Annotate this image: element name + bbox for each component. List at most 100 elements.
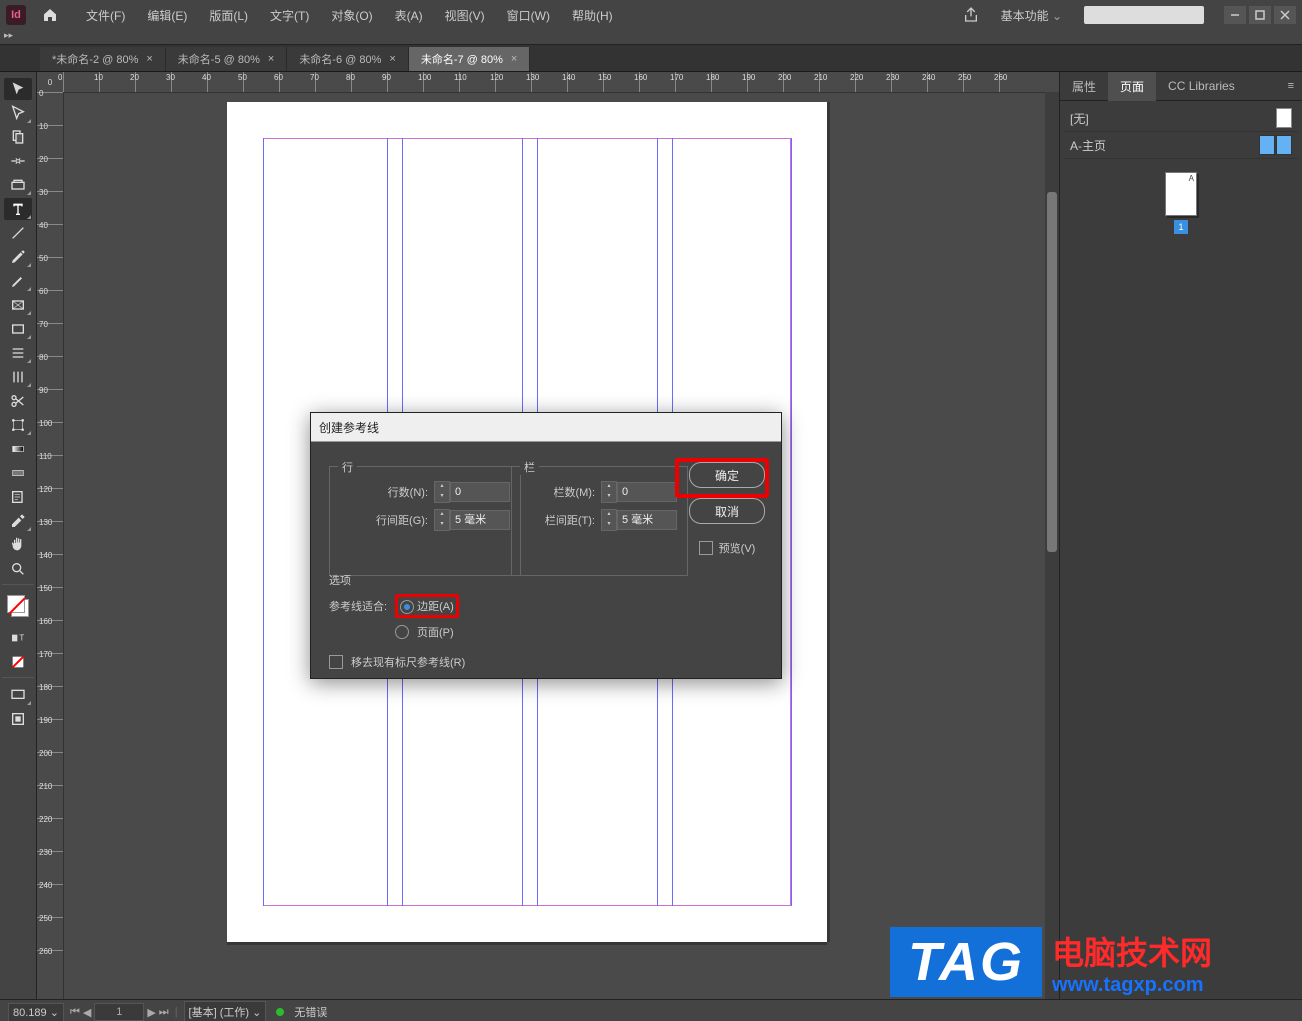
rectangle-tool[interactable] (4, 318, 32, 340)
search-input[interactable] (1084, 6, 1204, 24)
fit-page-label: 页面(P) (417, 624, 454, 640)
type-tool[interactable] (4, 198, 32, 220)
remove-existing-checkbox[interactable] (329, 655, 343, 669)
cols-count-stepper[interactable]: ▴▾ (601, 481, 617, 503)
ruler-horizontal[interactable]: 0102030405060708090100110120130140150160… (63, 72, 1059, 93)
page-input[interactable]: 1 (94, 1003, 144, 1021)
page-number-badge[interactable]: 1 (1174, 220, 1188, 234)
document-tab[interactable]: 未命名-7 @ 80% × (409, 47, 531, 71)
rows-gutter-input[interactable]: 5 毫米 (450, 510, 510, 530)
page-thumbnail-area: A 1 (1060, 172, 1302, 234)
grid-tool-2[interactable] (4, 366, 32, 388)
close-button[interactable] (1274, 6, 1296, 24)
preview-label: 预览(V) (719, 540, 756, 556)
first-page-icon[interactable]: ⏮ (70, 1006, 80, 1019)
document-tab[interactable]: 未命名-6 @ 80% × (287, 47, 409, 71)
tab-close-icon[interactable]: × (511, 53, 517, 65)
rows-count-label: 行数(N): (388, 484, 428, 500)
panel-tab-pages[interactable]: 页面 (1108, 72, 1156, 101)
scissors-tool[interactable] (4, 390, 32, 412)
cancel-button[interactable]: 取消 (689, 498, 765, 524)
menu-view[interactable]: 视图(V) (435, 3, 495, 28)
menu-object[interactable]: 对象(O) (321, 3, 382, 28)
vertical-scrollbar[interactable] (1045, 92, 1059, 999)
container-format-toggle[interactable]: T (4, 627, 32, 649)
menu-edit[interactable]: 编辑(E) (137, 3, 197, 28)
free-transform-tool[interactable] (4, 414, 32, 436)
panel-tab-cc-libraries[interactable]: CC Libraries (1156, 73, 1247, 99)
tab-close-icon[interactable]: × (389, 53, 395, 65)
panel-tab-properties[interactable]: 属性 (1060, 72, 1108, 101)
cols-gutter-input[interactable]: 5 毫米 (617, 510, 677, 530)
master-none-row[interactable]: [无] (1064, 105, 1298, 132)
panel-menu-icon[interactable]: ≡ (1280, 74, 1302, 98)
workspace-selector[interactable]: 基本功能 (993, 4, 1070, 27)
ruler-vertical[interactable]: 0102030405060708090100110120130140150160… (37, 92, 64, 999)
next-page-icon[interactable]: ▶ (147, 1006, 155, 1019)
page-thumb-master-label: A (1189, 174, 1194, 183)
gradient-feather-tool[interactable] (4, 462, 32, 484)
selection-tool[interactable] (4, 78, 32, 100)
page-tool[interactable] (4, 126, 32, 148)
hand-tool[interactable] (4, 534, 32, 556)
expand-control-icon[interactable]: ▸▸ (4, 30, 13, 41)
cols-gutter-stepper[interactable]: ▴▾ (601, 509, 617, 531)
last-page-icon[interactable]: ⏭ (159, 1006, 169, 1019)
cols-legend: 栏 (520, 459, 539, 475)
menu-type[interactable]: 文字(T) (260, 3, 319, 28)
direct-selection-tool[interactable] (4, 102, 32, 124)
view-options-icon[interactable] (4, 708, 32, 730)
page-thumbnail[interactable]: A (1165, 172, 1197, 216)
note-tool[interactable] (4, 486, 32, 508)
menu-window[interactable]: 窗口(W) (497, 3, 560, 28)
tab-close-icon[interactable]: × (268, 53, 274, 65)
fit-margins-radio[interactable] (400, 600, 414, 614)
minimize-button[interactable] (1224, 6, 1246, 24)
zoom-tool[interactable] (4, 558, 32, 580)
rectangle-frame-tool[interactable] (4, 294, 32, 316)
tab-close-icon[interactable]: × (146, 53, 152, 65)
app-logo: Id (6, 5, 26, 25)
watermark-cn: 电脑技术网 (1052, 928, 1212, 974)
menu-help[interactable]: 帮助(H) (562, 3, 623, 28)
line-tool[interactable] (4, 222, 32, 244)
master-label: A-主页 (1070, 137, 1106, 154)
rows-count-input[interactable]: 0 (450, 482, 510, 502)
rows-gutter-stepper[interactable]: ▴▾ (434, 509, 450, 531)
pencil-tool[interactable] (4, 270, 32, 292)
menu-table[interactable]: 表(A) (385, 3, 433, 28)
gap-tool[interactable] (4, 150, 32, 172)
master-a-row[interactable]: A-主页 (1064, 132, 1298, 159)
eyedropper-tool[interactable] (4, 510, 32, 532)
document-tab[interactable]: *未命名-2 @ 80% × (40, 47, 166, 71)
document-tab-label: 未命名-5 @ 80% (178, 51, 260, 67)
cols-count-input[interactable]: 0 (617, 482, 677, 502)
fill-stroke-swatch[interactable] (7, 595, 29, 617)
fit-page-radio[interactable] (395, 625, 409, 639)
fit-margins-label: 边距(A) (417, 601, 454, 613)
create-guides-dialog: 创建参考线 行 行数(N): ▴▾ 0 行间距(G): ▴▾ 5 毫米 (310, 412, 782, 679)
rows-count-stepper[interactable]: ▴▾ (434, 481, 450, 503)
preview-checkbox[interactable] (699, 541, 713, 555)
menu-file[interactable]: 文件(F) (76, 3, 135, 28)
share-icon[interactable] (963, 7, 979, 23)
apply-none-icon[interactable] (4, 651, 32, 673)
zoom-selector[interactable]: 80.189 ⌄ (8, 1003, 64, 1021)
options-group: 选项 参考线适合: 边距(A) 页面(P) 移去现有标尺参考线(R) (329, 572, 763, 676)
document-tab[interactable]: 未命名-5 @ 80% × (166, 47, 288, 71)
style-selector[interactable]: [基本] (工作) ⌄ (184, 1001, 267, 1021)
grid-tool-1[interactable] (4, 342, 32, 364)
scrollbar-thumb[interactable] (1047, 192, 1057, 552)
content-collector-tool[interactable] (4, 174, 32, 196)
page-navigator: ⏮ ◀ 1 ▶ ⏭ (70, 1003, 169, 1021)
gradient-swatch-tool[interactable] (4, 438, 32, 460)
menu-layout[interactable]: 版面(L) (199, 3, 258, 28)
dialog-title: 创建参考线 (311, 413, 781, 442)
right-panel-dock: 属性 页面 CC Libraries ≡ [无] A-主页 A 1 (1059, 72, 1302, 999)
prev-page-icon[interactable]: ◀ (83, 1006, 91, 1019)
maximize-button[interactable] (1249, 6, 1271, 24)
home-button[interactable] (40, 5, 60, 25)
screen-mode-toggle[interactable] (4, 684, 32, 706)
pen-tool[interactable] (4, 246, 32, 268)
ok-button[interactable]: 确定 (689, 462, 765, 488)
